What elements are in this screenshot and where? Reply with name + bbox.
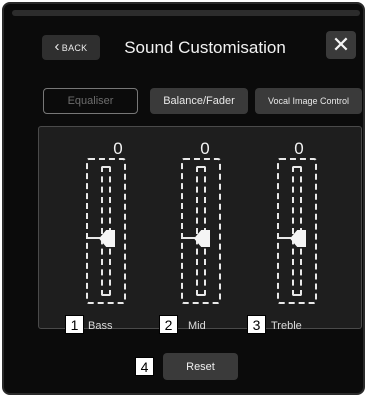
callout-1: 1 — [65, 315, 84, 334]
chevron-left-icon: ‹ — [54, 38, 60, 55]
callout-3: 3 — [247, 315, 266, 334]
reset-button[interactable]: Reset — [163, 353, 238, 380]
center-tick — [279, 237, 291, 239]
bass-value: 0 — [113, 139, 123, 158]
mid-value: 0 — [200, 139, 210, 158]
tab-equaliser[interactable]: Equaliser — [43, 88, 138, 114]
back-button[interactable]: ‹ BACK — [42, 35, 100, 60]
bass-label: Bass — [88, 320, 113, 332]
treble-slider[interactable] — [277, 158, 317, 304]
center-tick — [183, 237, 195, 239]
callout-4: 4 — [135, 357, 154, 376]
close-icon: ✕ — [331, 32, 351, 57]
tab-balance-fader[interactable]: Balance/Fader — [150, 88, 248, 114]
callout-2: 2 — [159, 315, 178, 334]
treble-value: 0 — [294, 139, 304, 158]
mid-slider[interactable] — [181, 158, 221, 304]
top-bezel-bar — [12, 10, 360, 16]
bass-slider[interactable] — [86, 158, 126, 304]
close-button[interactable]: ✕ — [326, 31, 356, 59]
treble-label: Treble — [271, 320, 302, 332]
mid-label: Mid — [188, 320, 206, 332]
center-tick — [88, 237, 100, 239]
back-label: BACK — [61, 42, 88, 53]
page-title: Sound Customisation — [124, 38, 286, 57]
tab-vocal-image-control[interactable]: Vocal Image Control — [255, 88, 362, 114]
